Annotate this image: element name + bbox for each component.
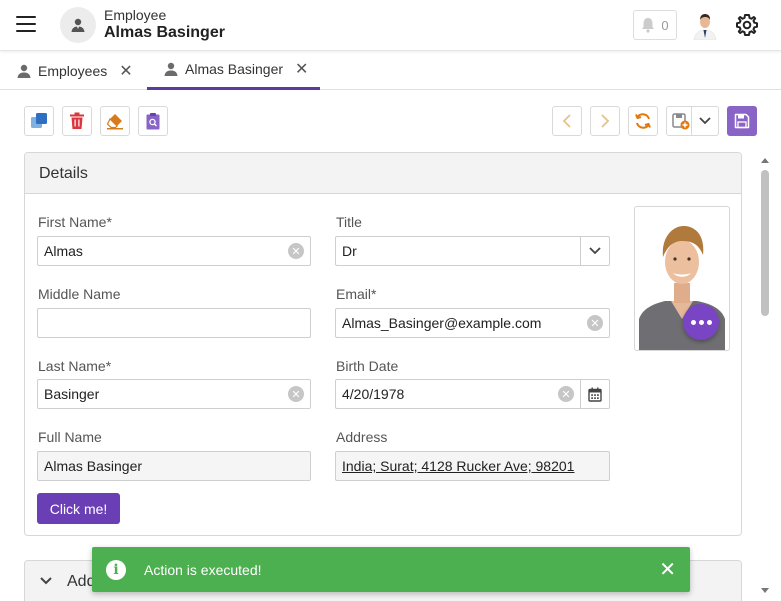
- save-new-icon: [672, 113, 690, 130]
- last-name-field[interactable]: Basinger ✕: [37, 379, 311, 409]
- person-icon: [17, 64, 31, 78]
- address-field: India; Surat; 4128 Rucker Ave; 98201: [335, 451, 610, 481]
- next-record-button[interactable]: [590, 106, 620, 136]
- middle-name-label: Middle Name: [38, 286, 121, 302]
- delete-button[interactable]: [62, 106, 92, 136]
- scrollbar-thumb[interactable]: [761, 170, 769, 316]
- notification-count: 0: [661, 17, 669, 33]
- user-avatar-icon[interactable]: [692, 10, 718, 40]
- details-panel: Details First Name* Almas ✕ Middle Name …: [24, 152, 742, 536]
- scroll-down-icon[interactable]: [760, 587, 770, 595]
- header-subtitle: Employee: [104, 7, 167, 23]
- chevron-down-icon[interactable]: [581, 237, 609, 265]
- chevron-left-icon: [562, 114, 571, 128]
- first-name-value: Almas: [44, 243, 83, 259]
- toast-notification: i Action is executed! ✕: [92, 547, 690, 592]
- chevron-down-icon: [699, 117, 711, 125]
- info-icon: i: [106, 559, 126, 580]
- chevron-right-icon: [601, 114, 610, 128]
- bell-icon: [642, 18, 655, 33]
- clipboard-search-icon: [146, 113, 160, 130]
- employee-avatar: [60, 7, 96, 43]
- clone-button[interactable]: [24, 106, 54, 136]
- menu-icon[interactable]: [16, 16, 36, 32]
- tab-bar: Employees ✕ Almas Basinger ✕: [0, 51, 781, 90]
- save-icon: [734, 113, 750, 129]
- notifications-button[interactable]: 0: [633, 10, 677, 40]
- tab-almas-basinger[interactable]: Almas Basinger ✕: [147, 51, 320, 90]
- email-value: Almas_Basinger@example.com: [342, 315, 542, 331]
- clone-icon: [31, 113, 47, 128]
- person-icon: [71, 18, 85, 32]
- title-value: Dr: [342, 243, 357, 259]
- tab-label: Almas Basinger: [185, 61, 284, 77]
- toast-close-icon[interactable]: ✕: [659, 557, 676, 582]
- clear-icon[interactable]: ✕: [558, 386, 574, 402]
- address-label: Address: [336, 429, 388, 445]
- eraser-icon: [106, 114, 123, 130]
- close-tab-icon[interactable]: ✕: [295, 59, 308, 79]
- title-select[interactable]: Dr: [335, 236, 610, 266]
- last-name-value: Basinger: [44, 386, 100, 402]
- middle-name-field[interactable]: [37, 308, 311, 338]
- scroll-up-icon[interactable]: [760, 156, 770, 164]
- save-button[interactable]: [727, 106, 757, 136]
- address-link[interactable]: India; Surat; 4128 Rucker Ave; 98201: [342, 458, 609, 474]
- chevron-down-icon: [40, 577, 52, 585]
- click-me-button[interactable]: Click me!: [37, 493, 120, 524]
- full-name-label: Full Name: [38, 429, 102, 445]
- page-title: Almas Basinger: [104, 24, 225, 41]
- details-panel-title: Details: [25, 153, 741, 194]
- gear-icon[interactable]: [735, 13, 759, 37]
- email-label: Email*: [336, 286, 377, 302]
- save-options-dropdown[interactable]: [666, 106, 719, 136]
- toast-message: Action is executed!: [144, 561, 262, 578]
- person-icon: [164, 62, 178, 76]
- first-name-label: First Name*: [38, 214, 112, 230]
- photo-options-button[interactable]: [683, 304, 719, 340]
- birth-date-value: 4/20/1978: [342, 386, 405, 402]
- clear-icon[interactable]: ✕: [288, 386, 304, 402]
- title-label: Title: [336, 214, 362, 230]
- refresh-icon: [635, 113, 651, 129]
- full-name-field: Almas Basinger: [37, 451, 311, 481]
- first-name-field[interactable]: Almas ✕: [37, 236, 311, 266]
- app-header: Employee Almas Basinger 0: [0, 0, 781, 51]
- preview-button[interactable]: [138, 106, 168, 136]
- birth-date-field[interactable]: 4/20/1978 ✕: [335, 379, 610, 409]
- close-tab-icon[interactable]: ✕: [119, 61, 132, 81]
- employee-photo: [634, 206, 730, 351]
- tab-label: Employees: [38, 62, 108, 79]
- trash-icon: [70, 112, 84, 129]
- last-name-label: Last Name*: [38, 358, 112, 374]
- reset-button[interactable]: [100, 106, 130, 136]
- full-name-value: Almas Basinger: [44, 458, 143, 474]
- clear-icon[interactable]: ✕: [288, 243, 304, 259]
- clear-icon[interactable]: ✕: [587, 315, 603, 331]
- tab-employees[interactable]: Employees ✕: [16, 51, 133, 90]
- birth-date-label: Birth Date: [336, 358, 399, 374]
- email-field[interactable]: Almas_Basinger@example.com ✕: [335, 308, 610, 338]
- calendar-icon[interactable]: [581, 380, 609, 408]
- refresh-button[interactable]: [628, 106, 658, 136]
- previous-record-button[interactable]: [552, 106, 582, 136]
